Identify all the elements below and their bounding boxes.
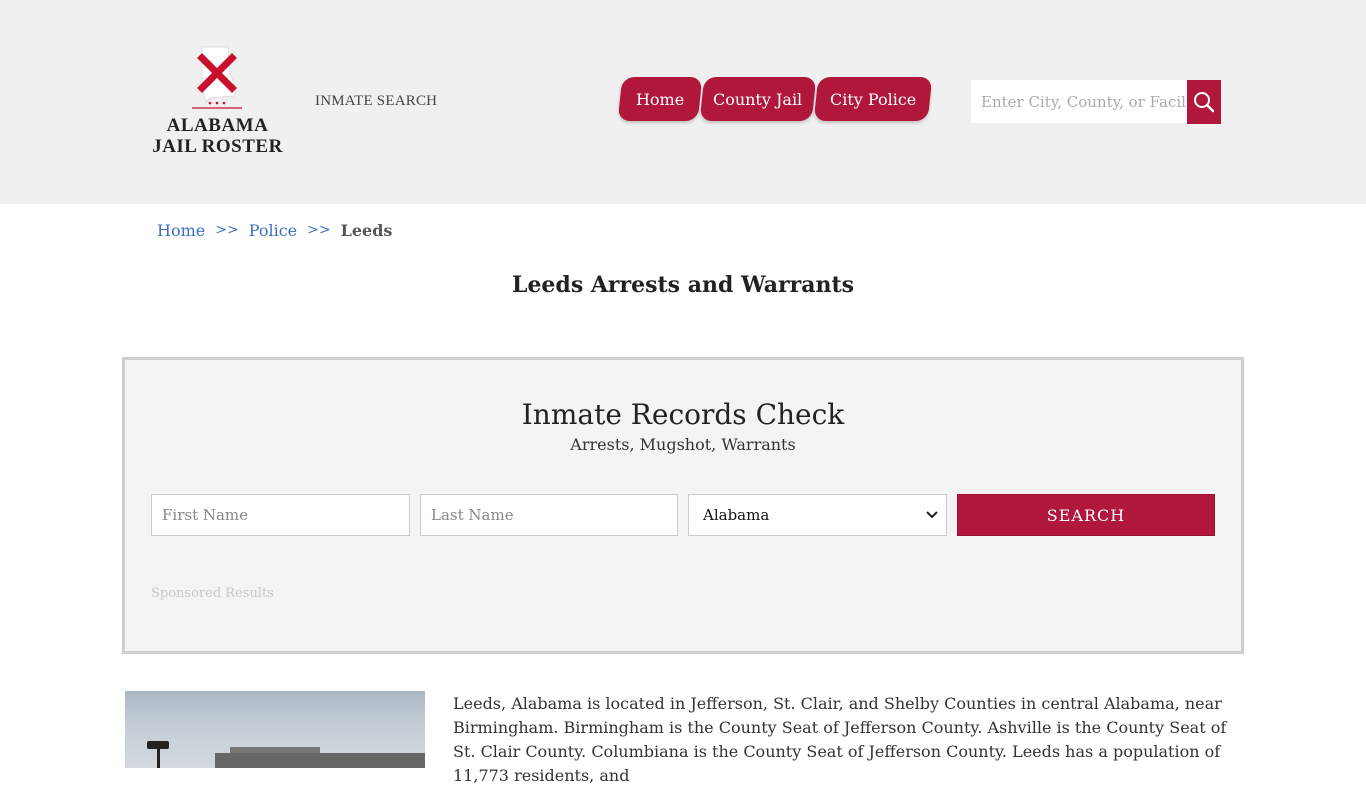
logo-line-2: JAIL ROSTER	[152, 136, 283, 157]
site-header: ALABAMA JAIL ROSTER INMATE SEARCH Home C…	[0, 0, 1366, 204]
breadcrumb-separator: >>	[307, 222, 331, 238]
sponsored-results-label: Sponsored Results	[151, 586, 274, 601]
facility-search-input[interactable]	[971, 80, 1187, 123]
breadcrumb-police[interactable]: Police	[249, 221, 297, 240]
article-text: Leeds, Alabama is located in Jefferson, …	[453, 694, 1227, 785]
first-name-input[interactable]	[151, 494, 410, 536]
main-nav: Home County Jail City Police	[617, 77, 933, 122]
nav-home-label: Home	[635, 89, 685, 109]
facility-search-button[interactable]	[1187, 80, 1221, 124]
breadcrumb: Home >> Police >> Leeds	[157, 221, 392, 240]
state-select-value: Alabama	[703, 506, 770, 524]
alabama-flag-icon	[192, 46, 242, 109]
photo-building	[215, 753, 425, 768]
leeds-photo	[125, 691, 425, 768]
site-logo[interactable]: ALABAMA JAIL ROSTER	[150, 44, 285, 164]
last-name-input[interactable]	[420, 494, 678, 536]
breadcrumb-current: Leeds	[340, 221, 393, 240]
records-check-title: Inmate Records Check	[521, 398, 845, 431]
breadcrumb-home[interactable]: Home	[157, 221, 205, 240]
inmate-records-panel: Inmate Records Check Arrests, Mugshot, W…	[122, 357, 1244, 654]
breadcrumb-separator: >>	[215, 222, 239, 238]
nav-county-jail-label: County Jail	[713, 89, 803, 109]
records-search-button[interactable]: SEARCH	[957, 494, 1215, 536]
page-title: Leeds Arrests and Warrants	[511, 272, 855, 298]
search-icon	[1194, 92, 1215, 113]
chevron-down-icon	[926, 511, 938, 519]
logo-line-1: ALABAMA	[166, 115, 269, 136]
nav-home[interactable]: Home	[617, 77, 703, 121]
nav-city-police[interactable]: City Police	[813, 77, 933, 121]
records-check-subtitle: Arrests, Mugshot, Warrants	[570, 435, 796, 454]
photo-pole	[157, 746, 160, 768]
state-select[interactable]: Alabama	[688, 494, 947, 536]
nav-city-police-label: City Police	[829, 89, 917, 109]
nav-county-jail[interactable]: County Jail	[699, 77, 817, 121]
inmate-search-link[interactable]: INMATE SEARCH	[315, 93, 437, 110]
